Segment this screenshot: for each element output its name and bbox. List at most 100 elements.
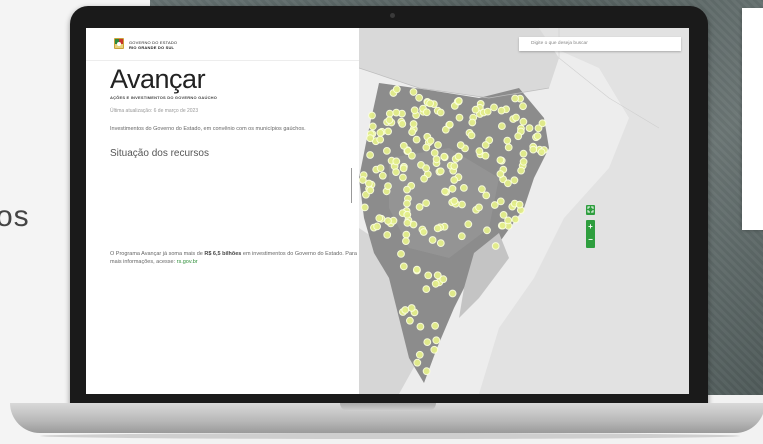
map-marker[interactable] bbox=[409, 120, 418, 128]
map-marker[interactable] bbox=[413, 358, 422, 367]
map-marker[interactable] bbox=[398, 120, 407, 128]
map-marker[interactable] bbox=[407, 304, 416, 312]
map-marker[interactable] bbox=[426, 99, 434, 108]
map-marker[interactable] bbox=[448, 184, 457, 193]
map-marker[interactable] bbox=[384, 182, 392, 191]
map-marker[interactable] bbox=[419, 228, 428, 236]
map-marker[interactable] bbox=[366, 151, 375, 159]
map[interactable]: Digite o que deseja buscar bbox=[359, 28, 689, 394]
map-marker[interactable] bbox=[471, 105, 480, 114]
map-marker[interactable] bbox=[408, 151, 416, 160]
map-marker[interactable] bbox=[399, 141, 408, 150]
map-marker[interactable] bbox=[403, 185, 411, 194]
zoom-in-button[interactable]: + bbox=[586, 220, 595, 233]
map-marker[interactable] bbox=[403, 210, 412, 219]
map-marker[interactable] bbox=[496, 197, 505, 206]
map-marker[interactable] bbox=[455, 113, 464, 122]
map-marker[interactable] bbox=[450, 176, 459, 184]
map-canvas[interactable] bbox=[359, 28, 689, 394]
map-marker[interactable] bbox=[515, 200, 524, 209]
map-marker[interactable] bbox=[475, 147, 484, 156]
map-marker[interactable] bbox=[519, 149, 528, 158]
map-marker[interactable] bbox=[422, 164, 430, 173]
map-marker[interactable] bbox=[525, 124, 534, 132]
map-marker[interactable] bbox=[433, 224, 442, 233]
map-marker[interactable] bbox=[434, 141, 442, 149]
map-marker[interactable] bbox=[360, 203, 369, 212]
map-marker[interactable] bbox=[467, 131, 476, 140]
map-marker[interactable] bbox=[436, 108, 445, 117]
map-marker[interactable] bbox=[383, 231, 392, 239]
map-marker[interactable] bbox=[456, 141, 465, 149]
map-marker[interactable] bbox=[481, 141, 490, 149]
map-marker[interactable] bbox=[457, 232, 466, 241]
map-marker[interactable] bbox=[399, 262, 408, 271]
map-marker[interactable] bbox=[436, 167, 445, 176]
map-marker[interactable] bbox=[422, 143, 431, 152]
map-marker[interactable] bbox=[397, 250, 405, 258]
map-marker[interactable] bbox=[375, 214, 384, 223]
map-marker[interactable] bbox=[490, 103, 498, 112]
map-marker[interactable] bbox=[475, 203, 483, 212]
map-marker[interactable] bbox=[517, 166, 526, 175]
map-marker[interactable] bbox=[385, 116, 394, 124]
map-marker[interactable] bbox=[512, 113, 520, 122]
map-marker[interactable] bbox=[468, 118, 477, 127]
map-marker[interactable] bbox=[373, 222, 382, 231]
map-marker[interactable] bbox=[368, 111, 376, 120]
map-marker[interactable] bbox=[511, 94, 520, 103]
map-marker[interactable] bbox=[510, 176, 519, 185]
map-marker[interactable] bbox=[422, 108, 431, 117]
map-marker[interactable] bbox=[481, 151, 490, 160]
map-marker[interactable] bbox=[431, 279, 440, 288]
map-marker[interactable] bbox=[431, 321, 439, 330]
map-marker[interactable] bbox=[426, 136, 435, 145]
map-marker[interactable] bbox=[496, 170, 505, 178]
map-marker[interactable] bbox=[368, 122, 377, 131]
map-marker[interactable] bbox=[441, 187, 449, 196]
map-marker[interactable] bbox=[496, 156, 505, 165]
map-marker[interactable] bbox=[460, 184, 468, 192]
zoom-out-button[interactable]: − bbox=[586, 233, 595, 246]
map-marker[interactable] bbox=[519, 157, 528, 166]
map-marker[interactable] bbox=[450, 197, 459, 205]
map-marker[interactable] bbox=[491, 242, 500, 250]
map-marker[interactable] bbox=[511, 215, 520, 224]
map-marker[interactable] bbox=[383, 147, 391, 155]
map-marker[interactable] bbox=[403, 199, 411, 208]
map-marker[interactable] bbox=[432, 155, 441, 164]
map-marker[interactable] bbox=[433, 271, 442, 280]
map-marker[interactable] bbox=[399, 173, 407, 182]
map-marker[interactable] bbox=[415, 93, 423, 102]
map-marker[interactable] bbox=[537, 148, 546, 156]
map-marker[interactable] bbox=[403, 219, 412, 227]
map-marker[interactable] bbox=[392, 108, 401, 117]
map-marker[interactable] bbox=[424, 271, 433, 280]
map-marker[interactable] bbox=[376, 135, 385, 144]
map-marker[interactable] bbox=[422, 285, 431, 294]
map-marker[interactable] bbox=[464, 220, 473, 229]
map-marker[interactable] bbox=[410, 106, 419, 115]
map-marker[interactable] bbox=[384, 127, 393, 136]
map-marker[interactable] bbox=[415, 203, 424, 211]
map-marker[interactable] bbox=[498, 221, 507, 230]
map-marker[interactable] bbox=[415, 350, 424, 359]
map-marker[interactable] bbox=[432, 336, 441, 345]
map-marker[interactable] bbox=[402, 237, 410, 246]
map-marker[interactable] bbox=[533, 132, 542, 140]
map-marker[interactable] bbox=[454, 97, 463, 105]
map-marker[interactable] bbox=[366, 186, 375, 195]
map-marker[interactable] bbox=[409, 88, 418, 96]
map-marker[interactable] bbox=[422, 199, 430, 208]
map-marker[interactable] bbox=[385, 109, 394, 118]
map-marker[interactable] bbox=[448, 289, 457, 298]
map-marker[interactable] bbox=[422, 367, 431, 376]
map-marker[interactable] bbox=[359, 176, 367, 184]
map-marker[interactable] bbox=[420, 174, 428, 183]
map-marker[interactable] bbox=[504, 179, 512, 188]
map-marker[interactable] bbox=[406, 316, 414, 325]
map-marker[interactable] bbox=[412, 135, 421, 144]
fullscreen-button[interactable] bbox=[586, 205, 595, 215]
rs-gov-link[interactable]: rs.gov.br bbox=[177, 259, 198, 265]
map-marker[interactable] bbox=[423, 338, 432, 347]
